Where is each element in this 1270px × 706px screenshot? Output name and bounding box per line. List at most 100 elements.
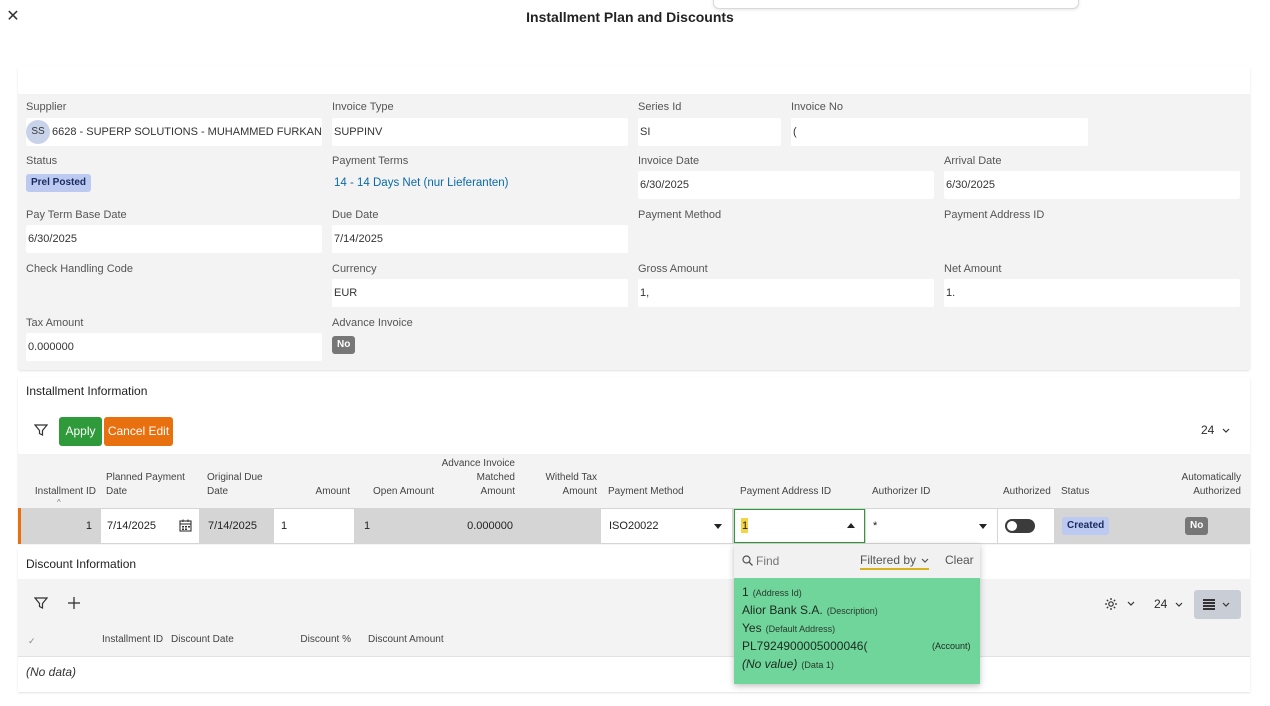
col-discount-pct[interactable]: Discount % [280,633,351,647]
col-planned-payment-date-line1: Planned Payment [106,472,185,483]
col-status[interactable]: Status [1061,485,1089,499]
col-original-due-date-line2: Date [207,486,229,497]
payment-address-id-label: Payment Address ID [944,209,1045,221]
supplier-label: Supplier [26,101,67,113]
col-auto-line1: Automatically [1181,472,1241,483]
col-original-due-date[interactable]: Original Due Date [207,471,263,499]
amount-value: 1 [281,520,288,532]
no-data-text: (No data) [26,665,77,679]
col-witheld-line2: Amount [562,486,597,497]
authorizer-id-value: * [873,520,878,532]
search-icon [742,555,753,566]
gear-icon[interactable] [1104,597,1118,611]
filter-icon[interactable] [34,423,48,437]
chevron-down-icon [1222,428,1230,433]
cell-original-due-date: 7/14/2025 [208,520,257,532]
payment-address-id-input[interactable] [734,509,865,543]
col-amount[interactable]: Amount [280,485,350,499]
col-discount-amount[interactable]: Discount Amount [368,633,444,647]
col-payment-address-id[interactable]: Payment Address ID [740,485,831,499]
invoice-type-field[interactable]: SUPPINV [332,118,628,146]
pay-term-base-date-field[interactable]: 6/30/2025 [26,225,322,253]
col-planned-payment-date[interactable]: Planned Payment Date [106,471,185,499]
lov-account: PL7924900005000046( [742,639,868,653]
header-strip [18,66,1250,94]
lov-find-input[interactable] [756,552,846,570]
gross-amount-field[interactable]: 1, [638,279,934,307]
supplier-field[interactable]: 6628 - SUPERP SOLUTIONS - MUHAMMED FURKA… [26,118,322,146]
col-advance-invoice-matched[interactable]: Advance Invoice Matched Amount [430,457,515,499]
due-date-label: Due Date [332,209,379,221]
lov-default-address: Yes [742,621,762,635]
calendar-icon[interactable] [179,519,192,532]
select-all-check-icon[interactable]: ✓ [28,636,36,647]
payment-address-id-dropdown-icon[interactable] [847,523,855,528]
arrival-date-field[interactable]: 6/30/2025 [944,171,1240,199]
discount-section-title: Discount Information [26,557,137,571]
pay-term-base-date-label: Pay Term Base Date [26,209,127,221]
cell-open-amount: 1 [364,520,371,532]
page-size-value: 24 [1201,423,1215,437]
col-automatically-authorized[interactable]: Automatically Authorized [1170,471,1241,499]
advance-invoice-badge: No [332,336,356,354]
lov-default-address-line: Yes (Default Address) [742,621,835,635]
payment-address-id-value: 1 [742,520,749,532]
payment-method-dropdown-icon[interactable] [714,524,722,529]
lov-search-bar: Filtered by Clear [734,544,980,578]
list-view-icon [1203,599,1215,610]
col-authorized[interactable]: Authorized [1003,485,1051,499]
lov-account-tag: (Account) [932,641,971,651]
chevron-down-icon [1222,602,1230,607]
invoice-no-field[interactable]: ( [791,118,1088,146]
invoice-header-panel [18,66,1250,370]
col-installment-id[interactable]: Installment ID [26,485,96,499]
invoice-date-field[interactable]: 6/30/2025 [638,171,934,199]
net-amount-field[interactable]: 1. [944,279,1240,307]
authorized-toggle[interactable] [1005,519,1035,533]
col-adv-line2: Matched [476,472,515,483]
installment-section-title: Installment Information [26,384,148,398]
col-discount-date[interactable]: Discount Date [171,633,234,647]
lov-clear-button[interactable]: Clear [945,553,974,567]
page-size-select[interactable]: 24 [1201,423,1230,437]
lov-address-id: 1 [742,585,749,599]
authorizer-id-dropdown-icon[interactable] [979,524,987,529]
lov-data1-line: (No value) (Data 1) [742,657,834,671]
col-payment-method[interactable]: Payment Method [608,485,684,499]
lov-description: Alior Bank S.A. [742,603,823,617]
cancel-edit-button[interactable]: Cancel Edit [104,417,173,446]
due-date-field[interactable]: 7/14/2025 [332,225,628,253]
status-label: Status [26,155,58,167]
add-icon[interactable] [67,596,81,610]
lov-filtered-by-button[interactable]: Filtered by [860,553,930,570]
lov-description-tag: (Description) [826,606,878,616]
background-popup-edge [713,0,1079,9]
dialog-title: Installment Plan and Discounts [526,9,734,25]
discount-page-size-select[interactable]: 24 [1154,597,1183,611]
col-discount-installment-id[interactable]: Installment ID [102,633,163,647]
currency-field[interactable]: EUR [332,279,628,307]
chevron-down-icon[interactable] [1127,601,1135,607]
cell-installment-id: 1 [85,520,92,532]
lov-option[interactable]: 1 (Address Id) Alior Bank S.A. (Descriptio… [734,578,980,684]
invoice-no-label: Invoice No [791,101,843,113]
sort-asc-icon: ^ [57,498,61,507]
col-adv-line1: Advance Invoice [441,458,515,469]
payment-terms-link[interactable]: 14 - 14 Days Net (nur Lieferanten) [332,169,628,197]
view-mode-button[interactable] [1194,590,1241,619]
tax-amount-field[interactable]: 0.000000 [26,333,322,361]
filter-icon[interactable] [34,596,48,610]
apply-button[interactable]: Apply [59,417,102,446]
col-original-due-date-line1: Original Due [207,472,263,483]
col-auto-line2: Authorized [1193,486,1241,497]
authorizer-id-select[interactable] [866,509,997,543]
col-authorizer-id[interactable]: Authorizer ID [872,485,930,499]
col-open-amount[interactable]: Open Amount [373,485,434,499]
payment-terms-label: Payment Terms [332,155,409,167]
payment-method-label: Payment Method [638,209,722,221]
status-badge: Prel Posted [26,174,92,192]
col-witheld-tax[interactable]: Witheld Tax Amount [530,471,597,499]
supplier-avatar: SS [26,120,50,144]
series-id-field[interactable]: SI [638,118,781,146]
check-handling-code-field [26,279,322,307]
